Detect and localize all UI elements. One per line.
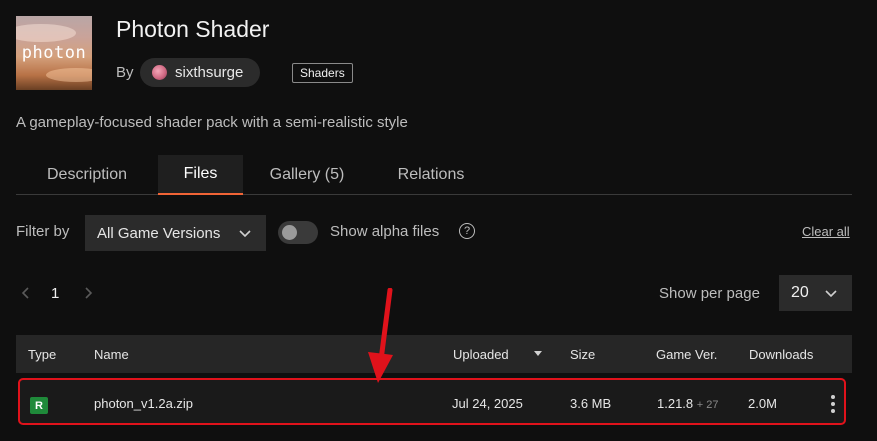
- column-header-name: Name: [94, 347, 129, 362]
- sort-down-icon[interactable]: [533, 346, 543, 360]
- column-header-downloads: Downloads: [749, 347, 814, 362]
- file-size: 3.6 MB: [570, 396, 612, 411]
- game-version-primary: 1.21.8: [657, 396, 694, 411]
- table-row[interactable]: R photon_v1.2a.zip Jul 24, 2025 3.6 MB 1…: [18, 378, 846, 425]
- clear-all-link[interactable]: Clear all: [802, 224, 850, 239]
- column-header-type: Type: [28, 347, 57, 362]
- author-link[interactable]: sixthsurge: [140, 58, 260, 87]
- page-number[interactable]: 1: [51, 285, 59, 302]
- thumbnail-cloud: [46, 68, 92, 82]
- file-uploaded-date: Jul 24, 2025: [452, 396, 523, 411]
- author-name: sixthsurge: [175, 64, 244, 81]
- chevron-left-icon[interactable]: [20, 285, 32, 301]
- file-game-version: 1.21.8 + 27: [657, 396, 719, 411]
- avatar: [152, 65, 167, 80]
- by-label: By: [116, 64, 134, 81]
- category-tag[interactable]: Shaders: [292, 63, 353, 83]
- show-alpha-toggle[interactable]: [278, 221, 318, 244]
- tab-relations[interactable]: Relations: [371, 155, 491, 194]
- filter-by-label: Filter by: [16, 223, 70, 240]
- show-per-page-label: Show per page: [659, 285, 760, 302]
- tab-description[interactable]: Description: [16, 155, 158, 194]
- chevron-down-icon: [239, 230, 251, 238]
- tab-files[interactable]: Files: [158, 155, 243, 195]
- show-alpha-label: Show alpha files: [330, 223, 440, 240]
- annotation-arrow-icon: [368, 288, 393, 383]
- tab-gallery[interactable]: Gallery (5): [243, 155, 371, 194]
- more-options-icon[interactable]: [830, 394, 836, 414]
- column-header-uploaded[interactable]: Uploaded: [453, 347, 509, 362]
- files-table-header: Type Name Uploaded Size Game Ver. Downlo…: [16, 335, 852, 373]
- tab-bar: Description Files Gallery (5) Relations: [16, 155, 852, 195]
- column-header-size: Size: [570, 347, 596, 362]
- column-header-game-ver: Game Ver.: [656, 347, 718, 362]
- file-downloads: 2.0M: [748, 396, 777, 411]
- chevron-down-icon: [825, 290, 837, 298]
- file-name[interactable]: photon_v1.2a.zip: [94, 396, 193, 411]
- page-title: Photon Shader: [116, 16, 270, 42]
- thumbnail-text: photon: [21, 43, 87, 63]
- game-version-value: All Game Versions: [97, 224, 221, 242]
- per-page-value: 20: [791, 284, 809, 301]
- question-circle-icon[interactable]: ?: [459, 223, 475, 239]
- game-version-select[interactable]: All Game Versions: [85, 215, 266, 251]
- per-page-select[interactable]: 20: [779, 275, 852, 311]
- game-version-extra: + 27: [696, 399, 719, 411]
- thumbnail-cloud: [16, 24, 76, 42]
- chevron-right-icon[interactable]: [82, 285, 94, 301]
- toggle-knob: [282, 225, 297, 240]
- project-summary: A gameplay-focused shader pack with a se…: [16, 114, 408, 131]
- release-type-badge: R: [30, 397, 48, 414]
- project-thumbnail: photon: [16, 16, 92, 90]
